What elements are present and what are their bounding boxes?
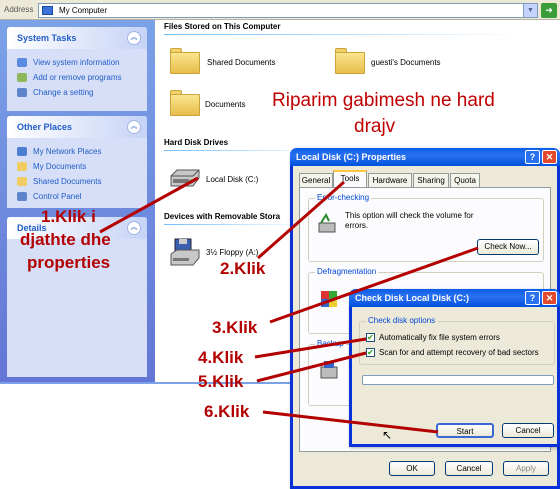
annotation-step1-line3: properties [27,253,111,272]
arrow-step6 [262,410,439,434]
annotation-step1-line1: 1.Klik i [41,207,96,226]
arrow-step5 [256,351,367,383]
arrow-step1 [99,176,199,234]
arrow-step2 [257,180,345,260]
arrow-step3 [269,246,479,324]
annotation-step3: 3.Klik [212,318,258,337]
annotation-step5: 5.Klik [198,372,244,391]
annotation-step2: 2.Klik [220,259,266,278]
annotation-step6: 6.Klik [204,402,250,421]
annotation-step1-line2: djathte dhe [20,230,111,249]
arrow-step4 [254,337,367,359]
annotation-step4: 4.Klik [198,348,244,367]
